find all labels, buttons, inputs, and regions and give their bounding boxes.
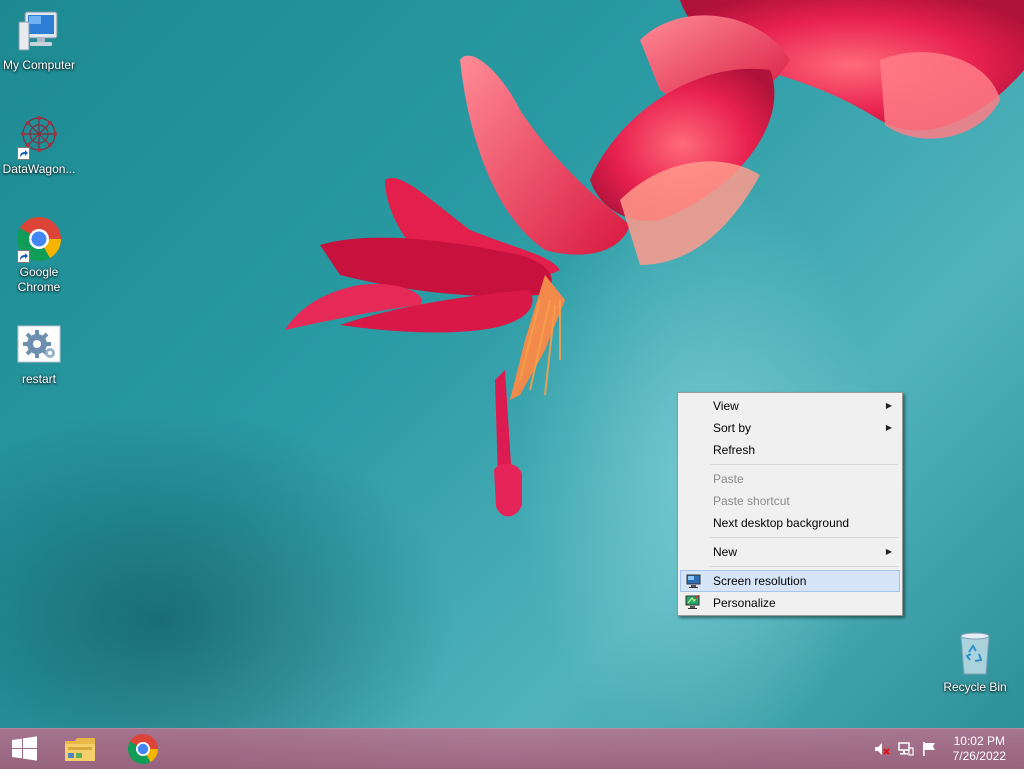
desktop-icon-restart[interactable]: restart: [1, 322, 77, 387]
desktop-context-menu: View ▶ Sort by ▶ Refresh Paste Paste sho…: [677, 392, 903, 616]
file-explorer-icon: [65, 738, 95, 761]
menu-item-label: Screen resolution: [713, 574, 807, 588]
desktop-icon-label: Google Chrome: [17, 265, 61, 294]
menu-item-next-desktop-background[interactable]: Next desktop background: [680, 512, 900, 534]
desktop-icon-label: Recycle Bin: [943, 680, 1007, 694]
menu-item-label: Personalize: [713, 596, 776, 610]
clock-date: 7/26/2022: [952, 749, 1006, 763]
submenu-arrow-icon: ▶: [885, 547, 892, 556]
chrome-icon: [15, 215, 63, 263]
start-button[interactable]: [6, 733, 42, 765]
menu-item-paste-shortcut[interactable]: Paste shortcut: [680, 490, 900, 512]
menu-item-sort-by[interactable]: Sort by ▶: [680, 417, 900, 439]
menu-separator: [710, 566, 898, 567]
menu-item-personalize[interactable]: Personalize: [680, 592, 900, 614]
action-center-flag-icon[interactable]: [921, 741, 937, 757]
chrome-icon: [127, 734, 158, 765]
personalize-icon: [685, 594, 700, 610]
submenu-arrow-icon: ▶: [885, 423, 892, 432]
taskbar-file-explorer-button[interactable]: [62, 733, 98, 765]
shortcut-arrow-icon: [17, 250, 30, 263]
menu-item-paste[interactable]: Paste: [680, 468, 900, 490]
menu-separator: [710, 464, 898, 465]
menu-item-label: Refresh: [713, 443, 756, 457]
datawagon-icon: [15, 112, 63, 160]
menu-item-label: View: [713, 399, 739, 413]
desktop-icon-label: DataWagon...: [2, 162, 76, 176]
desktop-icon-label: restart: [21, 372, 56, 386]
menu-item-label: Paste: [713, 472, 744, 486]
menu-item-screen-resolution[interactable]: Screen resolution: [680, 570, 900, 592]
wallpaper-flower: [285, 0, 1024, 517]
network-icon[interactable]: [898, 741, 914, 757]
menu-item-label: Next desktop background: [713, 516, 850, 530]
menu-separator: [710, 537, 898, 538]
submenu-arrow-icon: ▶: [885, 401, 892, 410]
menu-item-new[interactable]: New ▶: [680, 541, 900, 563]
settings-gear-icon: [15, 322, 63, 370]
shortcut-arrow-icon: [17, 147, 30, 160]
screen-resolution-icon: [686, 574, 701, 589]
taskbar: 10:02 PM 7/26/2022: [0, 728, 1024, 769]
menu-item-label: Sort by: [713, 421, 752, 435]
desktop-icon-datawagon[interactable]: DataWagon...: [1, 112, 77, 177]
menu-item-label: New: [713, 545, 738, 559]
menu-item-refresh[interactable]: Refresh: [680, 439, 900, 461]
taskbar-clock[interactable]: 10:02 PM 7/26/2022: [953, 734, 1006, 764]
volume-muted-icon[interactable]: [874, 741, 890, 757]
menu-item-view[interactable]: View ▶: [680, 395, 900, 417]
desktop-icon-google-chrome[interactable]: Google Chrome: [1, 215, 77, 295]
taskbar-chrome-button[interactable]: [125, 733, 161, 765]
recycle-bin-icon: [951, 630, 999, 678]
menu-item-label: Paste shortcut: [713, 494, 790, 508]
windows-logo-icon: [12, 736, 37, 761]
clock-time: 10:02 PM: [953, 734, 1005, 748]
desktop-icon-label: My Computer: [2, 58, 76, 72]
desktop-icon-my-computer[interactable]: My Computer: [1, 8, 77, 73]
desktop-icon-recycle-bin[interactable]: Recycle Bin: [937, 630, 1013, 695]
computer-icon: [15, 8, 63, 56]
